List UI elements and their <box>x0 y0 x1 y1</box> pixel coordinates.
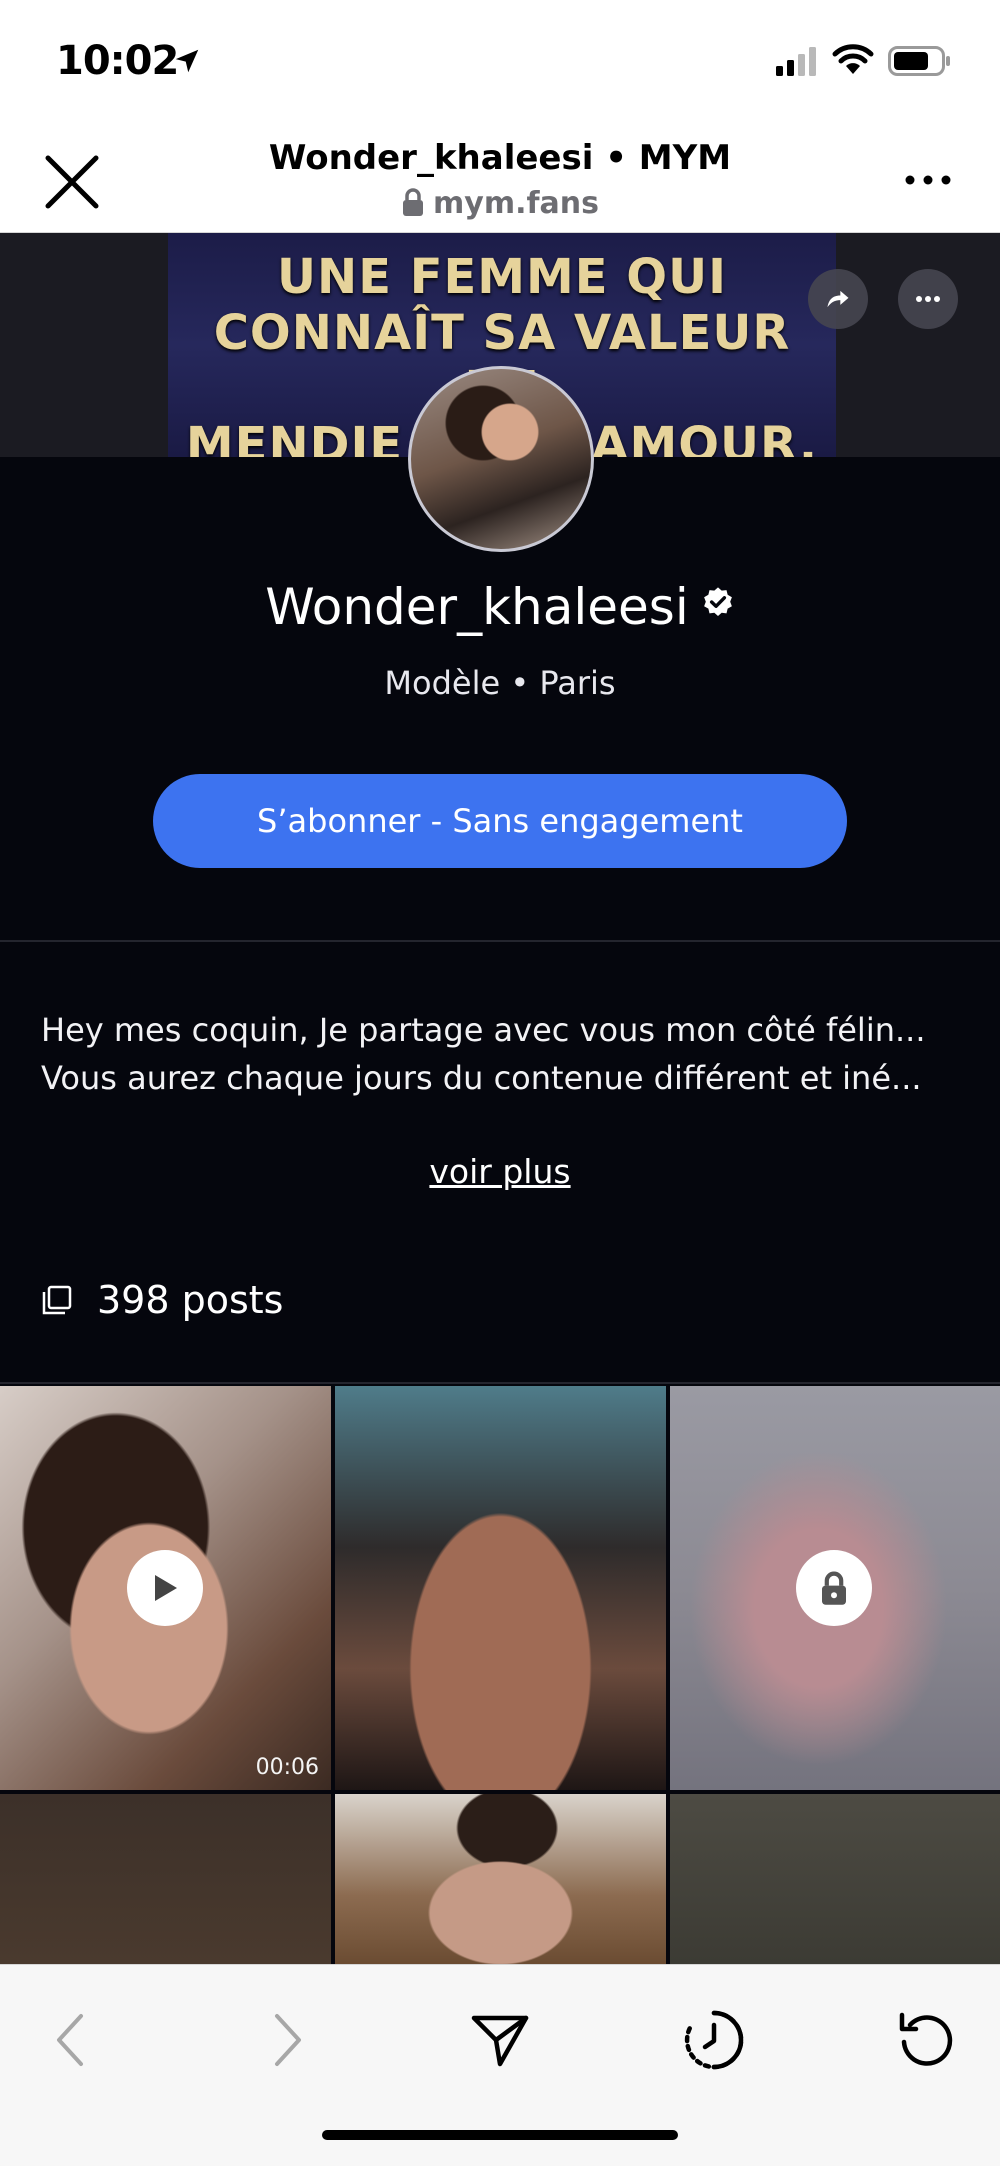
chevron-right-icon <box>275 2014 301 2066</box>
status-time: 10:02 <box>56 38 179 84</box>
url-text: mym.fans <box>433 186 599 221</box>
voir-plus-label: voir plus <box>429 1152 571 1191</box>
post-tile-locked[interactable] <box>670 1386 1000 1790</box>
cover-text-line: UNE FEMME QUI <box>277 249 727 305</box>
browser-header: Wonder_khaleesi • MYM mym.fans <box>0 120 1000 233</box>
video-duration: 00:06 <box>255 1755 319 1780</box>
share-arrow-icon <box>827 290 849 308</box>
bio-line: Hey mes coquin, Je partage avec vous mon… <box>41 1011 926 1049</box>
history-clock-icon <box>684 2010 744 2070</box>
voir-plus-link[interactable]: voir plus <box>0 1152 1000 1191</box>
more-dots-icon <box>905 175 951 185</box>
posts-stack-icon <box>42 1285 72 1315</box>
chevron-left-icon <box>57 2014 83 2066</box>
forward-button[interactable] <box>252 2005 322 2075</box>
profile-options-button[interactable] <box>898 269 958 329</box>
battery-icon <box>888 46 950 76</box>
back-button[interactable] <box>36 2005 106 2075</box>
location-arrow-icon <box>175 49 199 73</box>
profile-subtitle: Modèle • Paris <box>384 664 616 702</box>
status-bar: 10:02 <box>0 0 1000 120</box>
lock-icon <box>403 188 423 216</box>
divider <box>0 1382 1000 1384</box>
play-icon <box>155 1575 177 1601</box>
url-display[interactable]: mym.fans <box>0 186 1000 221</box>
subscribe-button[interactable]: S’abonner - Sans engagement <box>153 774 847 868</box>
share-page-button[interactable] <box>465 2005 535 2075</box>
lock-icon <box>822 1571 846 1605</box>
more-options-button[interactable] <box>902 160 954 200</box>
bio-line: Vous aurez chaque jours du contenue diff… <box>41 1059 922 1097</box>
posts-count-row: 398 posts <box>41 1278 283 1322</box>
posts-count: 398 posts <box>97 1278 284 1322</box>
post-tile-locked[interactable] <box>670 1794 1000 1964</box>
reload-button[interactable] <box>892 2005 962 2075</box>
profile-name-row: Wonder_khaleesi <box>0 578 1000 636</box>
profile-name: Wonder_khaleesi <box>265 578 689 636</box>
divider <box>0 940 1000 942</box>
post-tile-image[interactable] <box>335 1794 666 1964</box>
play-button[interactable] <box>127 1550 203 1626</box>
avatar[interactable] <box>408 366 594 552</box>
home-indicator[interactable] <box>322 2130 678 2140</box>
page-title: Wonder_khaleesi • MYM <box>268 138 732 178</box>
locked-badge <box>796 1550 872 1626</box>
share-button[interactable] <box>808 269 868 329</box>
profile-bio: Hey mes coquin, Je partage avec vous mon… <box>41 1006 961 1102</box>
post-tile-locked[interactable] <box>0 1794 331 1964</box>
cellular-signal-icon <box>776 47 816 76</box>
reload-icon <box>899 2012 953 2066</box>
history-button[interactable] <box>679 2005 749 2075</box>
verified-badge-icon <box>703 587 732 617</box>
wifi-icon <box>832 44 874 74</box>
more-dots-icon <box>916 296 940 302</box>
post-tile-image[interactable] <box>335 1386 666 1790</box>
send-icon <box>471 2015 529 2067</box>
post-tile-video[interactable]: 00:06 <box>0 1386 331 1790</box>
